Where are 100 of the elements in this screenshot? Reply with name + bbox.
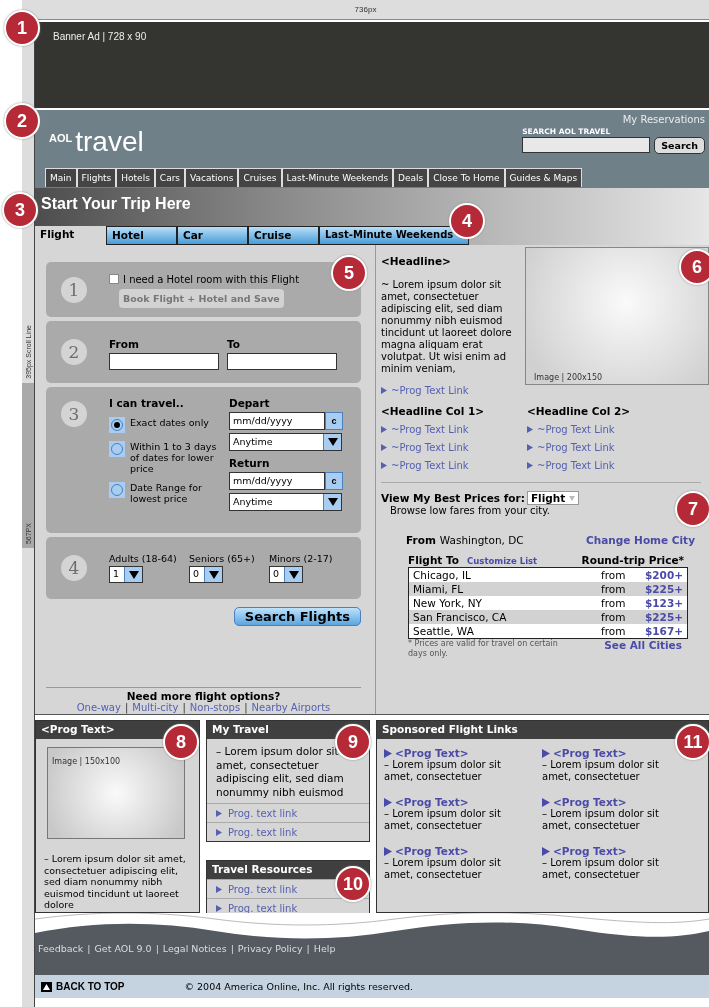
price-link[interactable]: $225+ (643, 611, 683, 623)
bullet-arrow-icon (216, 885, 222, 893)
prog-text-link[interactable]: Prog. text link (228, 883, 298, 895)
step-number: 3 (61, 401, 87, 427)
product-tab[interactable]: Flight (35, 226, 106, 245)
traveler-count-select[interactable]: 0 (269, 566, 303, 583)
nav-tab[interactable]: Flights (76, 168, 117, 187)
traveler-count-select[interactable]: 0 (189, 566, 223, 583)
search-flights-button[interactable]: Search Flights (233, 607, 361, 626)
bullet-arrow-icon (384, 797, 392, 807)
return-label: Return (229, 457, 271, 469)
bullet-arrow-icon (381, 425, 387, 433)
prog-text-link[interactable]: Prog. text link (228, 807, 298, 819)
link-separator: | (230, 943, 234, 954)
sponsored-link[interactable]: <Prog Text> (553, 845, 627, 857)
price-link[interactable]: $200+ (643, 569, 683, 581)
sponsored-link[interactable]: <Prog Text> (553, 747, 627, 759)
footer-link[interactable]: Feedback (38, 943, 84, 954)
traveler-count-select[interactable]: 1 (109, 566, 143, 583)
more-options-heading: Need more flight options? (126, 690, 281, 702)
width-label: 736px (354, 5, 377, 14)
dropdown-arrow-icon (128, 570, 139, 579)
see-all-link[interactable]: See All Cities (604, 639, 682, 659)
nav-tab[interactable]: Hotels (116, 168, 155, 187)
link-separator: | (155, 943, 159, 954)
page-title: Start Your Trip Here (40, 194, 192, 213)
prog-text-link[interactable]: ~Prog Text Link (391, 423, 469, 435)
prog-text-link[interactable]: ~Prog Text Link (391, 441, 469, 453)
prog-text-link[interactable]: Prog. text link (228, 902, 298, 913)
link-separator: | (87, 943, 91, 954)
traveler-label: Seniors (65+) (189, 553, 256, 564)
nav-tab[interactable]: Last-Minute Weekends (281, 168, 394, 187)
bullet-arrow-icon (542, 846, 550, 856)
change-city-link[interactable]: Change Home City (586, 534, 695, 546)
product-tab[interactable]: Hotel (106, 226, 177, 245)
nav-tab[interactable]: Deals (393, 168, 429, 187)
from-field[interactable] (109, 353, 219, 370)
to-field[interactable] (227, 353, 337, 370)
price-link[interactable]: $225+ (643, 583, 683, 595)
flight-option-link[interactable]: Multi-city (132, 702, 179, 713)
search-field[interactable] (522, 137, 651, 153)
city-cell-text: Chicago, IL (413, 569, 472, 581)
flight-option-link[interactable]: One-way (76, 702, 121, 713)
nav-tab[interactable]: Cars (154, 168, 186, 187)
prog-text-link[interactable]: ~Prog Text Link (537, 423, 615, 435)
nav-tab[interactable]: Vacations (185, 168, 239, 187)
nav-tab[interactable]: Main (45, 168, 77, 187)
search-button[interactable]: Search (654, 137, 705, 154)
date-radio[interactable] (109, 482, 125, 498)
link-separator: | (244, 702, 248, 713)
from-cell-text: from (601, 625, 627, 637)
city-cell-text: San Francisco, CA (413, 611, 508, 623)
link-separator: | (306, 943, 310, 954)
footer-link[interactable]: Privacy Policy (237, 943, 303, 954)
footer-link[interactable]: Help (313, 943, 336, 954)
bullet-arrow-icon (542, 797, 550, 807)
image-label: Image | 200x150 (534, 373, 603, 382)
depart-time-select[interactable]: Anytime (229, 433, 342, 451)
product-tab[interactable]: Cruise (248, 226, 319, 245)
calendar-button[interactable]: c (325, 472, 343, 490)
product-tab[interactable]: Car (177, 226, 248, 245)
prog-text-link[interactable]: ~Prog Text Link (537, 459, 615, 471)
calendar-button[interactable]: c (325, 412, 343, 430)
nav-tab[interactable]: Guides & Maps (504, 168, 583, 187)
hotel-checkbox[interactable] (109, 274, 119, 284)
flight-option-link[interactable]: Nearby Airports (251, 702, 331, 713)
bullet-arrow-icon (527, 425, 533, 433)
dropdown-arrow-icon (288, 570, 299, 579)
prog-text-link[interactable]: ~Prog Text Link (391, 459, 469, 471)
return-date-field[interactable]: mm/dd/yyyy (229, 472, 325, 490)
back-to-top-link[interactable]: BACK TO TOP (41, 981, 125, 992)
body-text: ~ Lorem ipsum dolor sit amet, consectetuer adipiscing elit, sed diam nonummy nibh euismod tincidunt ut laoreet dolore magna aliquam erat volutpat. Ut wisi enim ad minim veniam, (381, 279, 513, 375)
travel-heading: I can travel.. (109, 397, 185, 409)
prog-text-link[interactable]: ~Prog Text Link (391, 384, 469, 396)
footer-link[interactable]: Legal Notices (162, 943, 227, 954)
sponsored-link[interactable]: <Prog Text> (553, 796, 627, 808)
nav-tab[interactable]: Close To Home (428, 168, 505, 187)
footer-link[interactable]: Get AOL 9.0 (94, 943, 152, 954)
radio-label: Exact dates only (130, 417, 210, 428)
sponsored-link[interactable]: <Prog Text> (395, 796, 469, 808)
date-radio[interactable] (109, 417, 125, 433)
copyright-text: © 2004 America Online, Inc. All rights reserved. (184, 981, 414, 992)
customize-list-link[interactable]: Customize List (467, 556, 582, 566)
up-arrow-icon (41, 981, 52, 992)
date-radio[interactable] (109, 441, 125, 457)
sponsored-link[interactable]: <Prog Text> (395, 747, 469, 759)
product-tab[interactable]: Last-Minute Weekends (319, 226, 469, 245)
return-time-select[interactable]: Anytime (229, 493, 342, 511)
price-link[interactable]: $167+ (643, 625, 683, 637)
depart-date-field[interactable]: mm/dd/yyyy (229, 412, 325, 430)
price-link[interactable]: $123+ (643, 597, 683, 609)
nav-tab[interactable]: Cruises (238, 168, 282, 187)
prog-text-link[interactable]: Prog. text link (228, 826, 298, 838)
reservations-link[interactable]: My Reservations (622, 114, 705, 125)
flight-option-link[interactable]: Non-stops (189, 702, 241, 713)
product-select[interactable]: Flight (526, 491, 580, 505)
city-cell-text: Miami, FL (413, 583, 465, 595)
callout-number: 1 (4, 10, 40, 46)
sponsored-link[interactable]: <Prog Text> (395, 845, 469, 857)
prog-text-link[interactable]: ~Prog Text Link (537, 441, 615, 453)
